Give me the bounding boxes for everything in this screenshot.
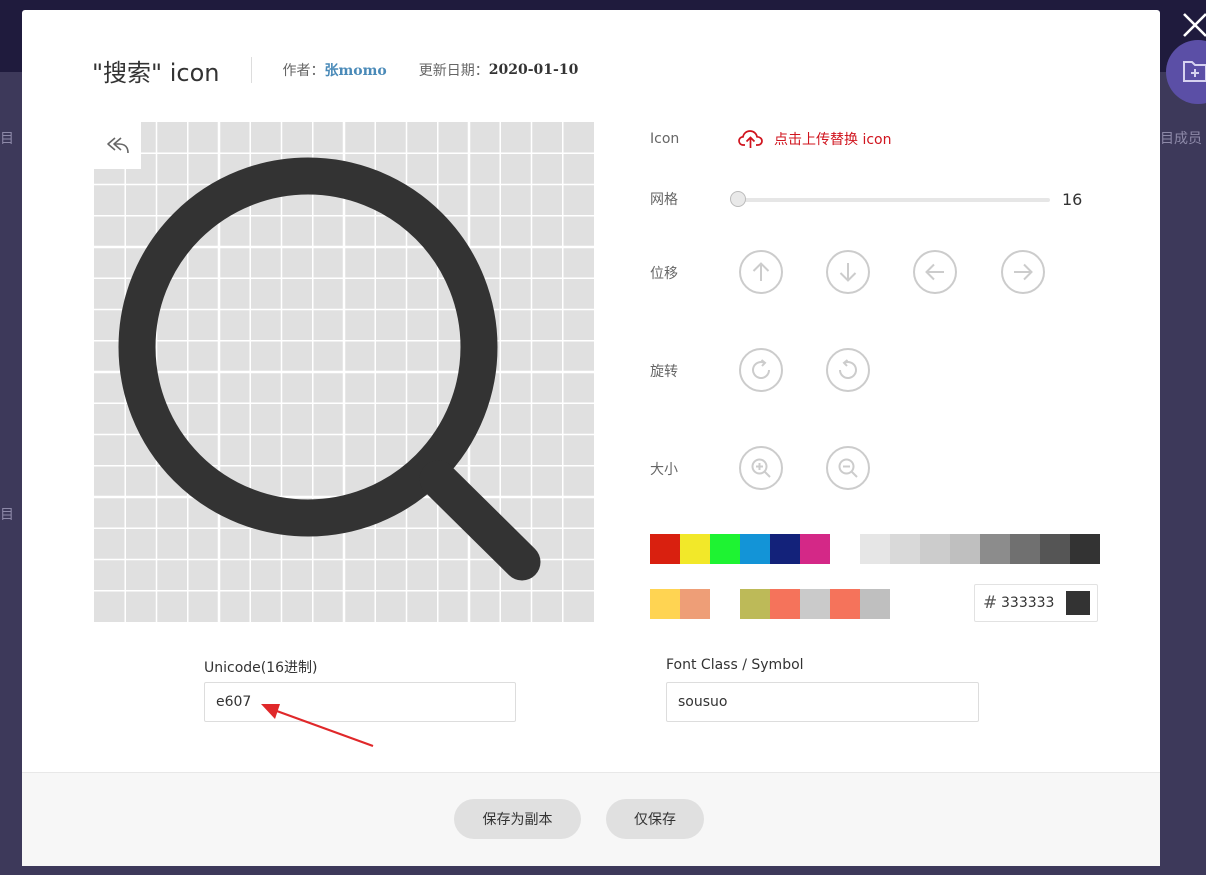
- color-swatch[interactable]: [770, 589, 800, 619]
- color-palette-main: [650, 534, 1100, 564]
- header-divider: [251, 57, 253, 83]
- color-swatch[interactable]: [1010, 534, 1040, 564]
- color-swatch[interactable]: [830, 589, 860, 619]
- color-swatch[interactable]: [680, 589, 710, 619]
- rotate-clockwise-button[interactable]: [739, 348, 783, 392]
- move-left-button[interactable]: [913, 250, 957, 294]
- move-right-button[interactable]: [1001, 250, 1045, 294]
- font-class-label: Font Class / Symbol: [666, 657, 804, 673]
- zoom-out-icon: [838, 458, 858, 478]
- unicode-label: Unicode(16进制): [204, 660, 318, 676]
- author-label: 作者：: [282, 63, 325, 79]
- hash-symbol: #: [983, 593, 998, 613]
- grid-size-value: 16: [1062, 190, 1083, 209]
- grid-row-label: 网格: [650, 192, 678, 208]
- arrow-left-icon: [925, 263, 944, 281]
- upload-text: 点击上传替换 icon: [774, 132, 892, 148]
- color-swatch[interactable]: [860, 534, 890, 564]
- color-swatch[interactable]: [1040, 534, 1070, 564]
- cloud-upload-icon: [738, 130, 763, 148]
- grid-size-slider[interactable]: [730, 191, 1050, 207]
- color-swatch[interactable]: [650, 589, 680, 619]
- zoom-in-icon: [751, 458, 771, 478]
- color-swatch[interactable]: [920, 534, 950, 564]
- update-date-label: 更新日期：: [418, 63, 489, 79]
- arrow-down-icon: [839, 263, 857, 282]
- background-text: 目: [0, 507, 14, 523]
- hex-color-input[interactable]: # 333333: [974, 584, 1098, 622]
- color-swatch[interactable]: [950, 534, 980, 564]
- color-swatch[interactable]: [980, 534, 1010, 564]
- move-row-label: 位移: [650, 266, 678, 282]
- color-swatch[interactable]: [770, 534, 800, 564]
- color-swatch[interactable]: [890, 534, 920, 564]
- move-up-button[interactable]: [739, 250, 783, 294]
- rotate-row-label: 旋转: [650, 364, 678, 380]
- unicode-input[interactable]: [204, 682, 516, 722]
- current-color-preview[interactable]: [1066, 591, 1090, 615]
- font-class-input[interactable]: [666, 682, 979, 722]
- color-swatch[interactable]: [1070, 534, 1100, 564]
- rotate-counterclockwise-icon: [839, 359, 857, 379]
- background-text: 目: [0, 131, 14, 147]
- color-swatch[interactable]: [650, 534, 680, 564]
- icon-editor-canvas[interactable]: [94, 122, 594, 622]
- zoom-in-button[interactable]: [739, 446, 783, 490]
- color-swatch[interactable]: [800, 534, 830, 564]
- rotate-clockwise-icon: [752, 359, 770, 379]
- color-swatch[interactable]: [680, 534, 710, 564]
- icon-edit-dialog: "搜索" icon 作者： 张momo 更新日期： 2020-01-10 Ico…: [22, 10, 1160, 866]
- icon-title: "搜索" icon: [92, 58, 220, 87]
- color-swatch[interactable]: [800, 589, 830, 619]
- search-icon: [118, 157, 541, 581]
- rotate-counterclockwise-button[interactable]: [826, 348, 870, 392]
- color-swatch[interactable]: [830, 534, 860, 564]
- color-swatch[interactable]: [710, 589, 740, 619]
- add-folder-icon: [1183, 61, 1206, 82]
- author-name-link[interactable]: 张momo: [324, 60, 386, 80]
- update-date-value: 2020-01-10: [488, 62, 579, 78]
- move-down-button[interactable]: [826, 250, 870, 294]
- color-swatch[interactable]: [710, 534, 740, 564]
- color-swatch[interactable]: [740, 534, 770, 564]
- icon-row-label: Icon: [650, 131, 680, 147]
- dialog-footer: 保存为副本 仅保存: [22, 772, 1160, 866]
- undo-icon: [107, 137, 129, 154]
- dialog-header: "搜索" icon 作者： 张momo 更新日期： 2020-01-10: [92, 50, 578, 90]
- arrow-right-icon: [1014, 263, 1033, 281]
- arrow-up-icon: [752, 262, 770, 281]
- save-button[interactable]: 仅保存: [606, 799, 704, 839]
- undo-button[interactable]: [94, 122, 141, 169]
- save-as-copy-button[interactable]: 保存为副本: [454, 799, 581, 839]
- slider-handle[interactable]: [730, 191, 746, 207]
- zoom-out-button[interactable]: [826, 446, 870, 490]
- hex-color-value[interactable]: 333333: [1001, 595, 1054, 611]
- color-palette-recent: [650, 589, 890, 619]
- upload-replace-link[interactable]: 点击上传替换 icon: [738, 128, 891, 150]
- color-swatch[interactable]: [860, 589, 890, 619]
- color-swatch[interactable]: [740, 589, 770, 619]
- size-row-label: 大小: [650, 462, 678, 478]
- close-icon[interactable]: [1178, 8, 1206, 42]
